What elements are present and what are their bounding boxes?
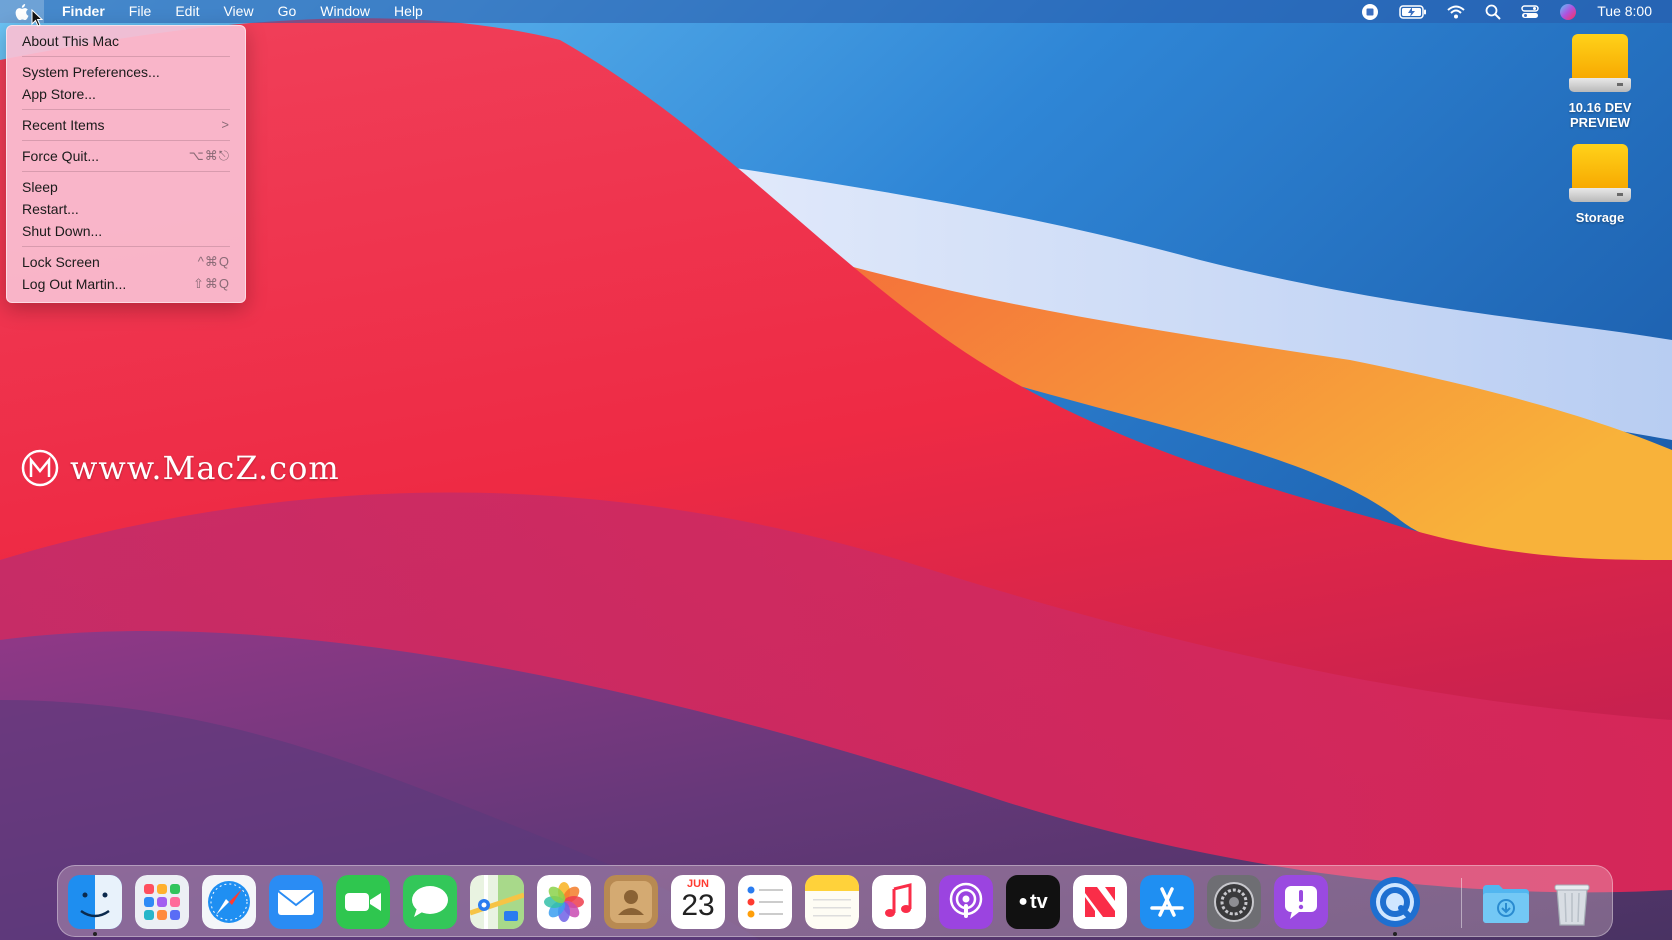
control-center-icon[interactable] [1521, 0, 1539, 23]
dock-calendar-icon[interactable]: JUN 23 [671, 875, 725, 929]
menu-edit[interactable]: Edit [163, 0, 211, 23]
menu-shortcut: ⇧⌘Q [192, 276, 230, 291]
menu-item-recent-items[interactable]: Recent Items > [7, 114, 245, 136]
dock-feedback-assistant-icon[interactable] [1274, 875, 1328, 929]
dock-reminders-icon[interactable] [738, 875, 792, 929]
menu-item-label: System Preferences... [22, 64, 160, 80]
menu-item-label: Lock Screen [22, 254, 100, 270]
menu-item-restart[interactable]: Restart... [7, 198, 245, 220]
menu-item-sleep[interactable]: Sleep [7, 176, 245, 198]
hard-drive-icon [1569, 144, 1631, 204]
menu-separator [22, 56, 230, 57]
menu-bar: Finder File Edit View Go Window Help Tue… [0, 0, 1672, 23]
menu-item-label: App Store... [22, 86, 96, 102]
dock-facetime-icon[interactable] [336, 875, 390, 929]
dock-system-preferences-icon[interactable] [1207, 875, 1261, 929]
menu-separator [22, 246, 230, 247]
menu-shortcut: ^⌘Q [197, 254, 230, 269]
dock-app-store-icon[interactable] [1140, 875, 1194, 929]
chevron-right-icon: > [221, 117, 230, 132]
dock-news-icon[interactable] [1073, 875, 1127, 929]
menu-go[interactable]: Go [266, 0, 309, 23]
calendar-day: 23 [681, 889, 715, 922]
drive-label-line1: 10.16 DEV [1568, 100, 1632, 115]
desktop-drive-dev-preview[interactable]: 10.16 DEV PREVIEW [1545, 34, 1655, 130]
dock-quicktime-icon[interactable] [1368, 875, 1422, 929]
menu-item-log-out[interactable]: Log Out Martin... ⇧⌘Q [7, 273, 245, 295]
dock-downloads-folder-icon[interactable] [1479, 875, 1533, 929]
menu-shortcut: ⌥⌘⎋ [188, 148, 230, 163]
dock-mail-icon[interactable] [269, 875, 323, 929]
menu-item-system-preferences[interactable]: System Preferences... [7, 61, 245, 83]
record-icon[interactable] [1361, 0, 1379, 23]
drive-label-line2: PREVIEW [1570, 115, 1630, 130]
running-indicator [93, 932, 97, 936]
menu-item-shut-down[interactable]: Shut Down... [7, 220, 245, 242]
menu-app-name[interactable]: Finder [44, 0, 117, 23]
hard-drive-icon [1569, 34, 1631, 94]
dock-maps-icon[interactable] [470, 875, 524, 929]
spotlight-search-icon[interactable] [1485, 0, 1501, 23]
menu-item-label: About This Mac [22, 33, 120, 49]
dock-finder-icon[interactable] [68, 875, 122, 929]
mouse-cursor-icon [31, 9, 44, 27]
menu-separator [22, 140, 230, 141]
dock-music-icon[interactable] [872, 875, 926, 929]
battery-icon[interactable] [1399, 0, 1427, 23]
menu-item-app-store[interactable]: App Store... [7, 83, 245, 105]
menu-separator [22, 109, 230, 110]
watermark: www.MacZ.com [20, 448, 340, 488]
siri-icon[interactable] [1559, 0, 1577, 23]
menu-file[interactable]: File [117, 0, 164, 23]
menu-help[interactable]: Help [382, 0, 435, 23]
menu-item-about-this-mac[interactable]: About This Mac [7, 30, 245, 52]
dock-contacts-icon[interactable] [604, 875, 658, 929]
dock-messages-icon[interactable] [403, 875, 457, 929]
apple-menu-dropdown: About This Mac System Preferences... App… [6, 25, 246, 303]
menu-item-label: Force Quit... [22, 148, 100, 164]
drive-label-line1: Storage [1575, 210, 1625, 225]
menu-view[interactable]: View [211, 0, 265, 23]
dock-tv-icon[interactable]: ● tv [1006, 875, 1060, 929]
running-indicator [1393, 932, 1397, 936]
watermark-text: www.MacZ.com [70, 449, 340, 487]
dock: JUN 23 ● tv [57, 865, 1613, 937]
tv-label: tv [1029, 890, 1048, 913]
menu-window[interactable]: Window [308, 0, 382, 23]
dock-separator [1461, 878, 1462, 928]
menu-item-force-quit[interactable]: Force Quit... ⌥⌘⎋ [7, 145, 245, 167]
dock-trash-icon[interactable] [1545, 875, 1599, 929]
menubar-clock[interactable]: Tue 8:00 [1597, 0, 1652, 23]
menu-item-lock-screen[interactable]: Lock Screen ^⌘Q [7, 251, 245, 273]
apple-logo-icon: ● [1018, 893, 1028, 910]
dock-photos-icon[interactable] [537, 875, 591, 929]
menu-separator [22, 171, 230, 172]
menu-item-label: Recent Items [22, 117, 105, 133]
dock-safari-icon[interactable] [202, 875, 256, 929]
desktop-drive-storage[interactable]: Storage [1545, 144, 1655, 225]
wifi-icon[interactable] [1447, 0, 1465, 23]
macz-logo-icon [21, 449, 59, 487]
menu-item-label: Sleep [22, 179, 58, 195]
menu-item-label: Log Out Martin... [22, 276, 127, 292]
dock-launchpad-icon[interactable] [135, 875, 189, 929]
dock-podcasts-icon[interactable] [939, 875, 993, 929]
menu-item-label: Shut Down... [22, 223, 103, 239]
menu-item-label: Restart... [22, 201, 79, 217]
dock-notes-icon[interactable] [805, 875, 859, 929]
